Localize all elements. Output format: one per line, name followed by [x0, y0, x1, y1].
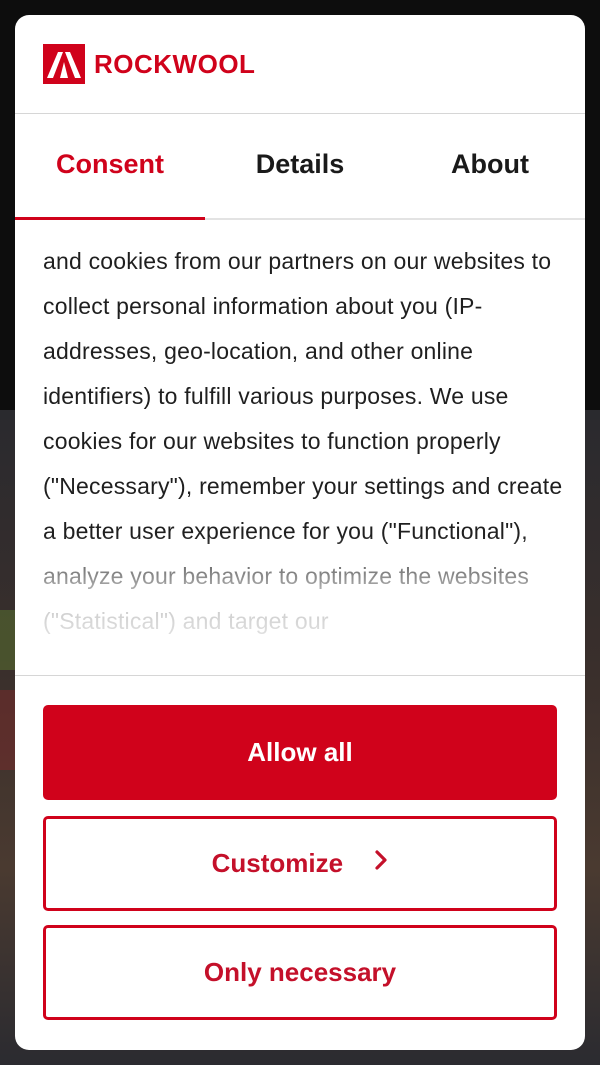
customize-button[interactable]: Customize: [43, 816, 557, 911]
allow-all-button[interactable]: Allow all: [43, 705, 557, 800]
tab-bar: Consent Details About: [15, 114, 585, 220]
dialog-header: ROCKWOOL: [15, 15, 585, 114]
brand-logo: ROCKWOOL: [43, 44, 255, 84]
allow-all-label: Allow all: [247, 737, 353, 767]
rockwool-logo-icon: [43, 44, 85, 84]
customize-label: Customize: [211, 848, 344, 878]
chevron-right-icon: [374, 818, 388, 907]
only-necessary-button[interactable]: Only necessary: [43, 925, 557, 1020]
cookie-consent-dialog: ROCKWOOL Consent Details About and cooki…: [15, 15, 585, 1050]
tab-consent[interactable]: Consent: [15, 114, 205, 220]
consent-description: and cookies from our partners on our web…: [43, 248, 563, 634]
divider: [15, 675, 585, 676]
tab-details[interactable]: Details: [205, 114, 395, 218]
only-necessary-label: Only necessary: [203, 957, 397, 987]
brand-name: ROCKWOOL: [94, 49, 256, 79]
tab-about[interactable]: About: [395, 114, 585, 218]
